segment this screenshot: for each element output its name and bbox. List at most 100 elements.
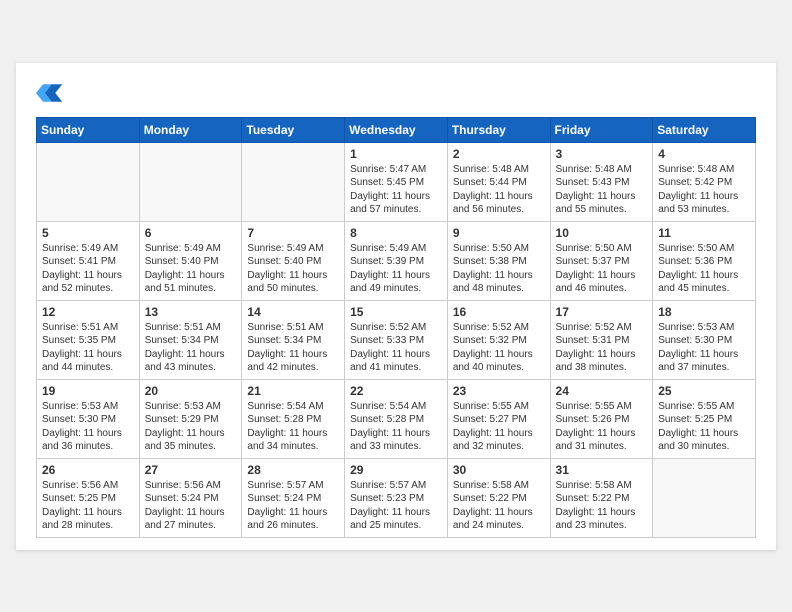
day-number: 6 (145, 226, 237, 240)
day-info: Sunrise: 5:55 AM Sunset: 5:27 PM Dayligh… (453, 400, 545, 454)
day-cell-6: 6Sunrise: 5:49 AM Sunset: 5:40 PM Daylig… (139, 221, 242, 300)
day-info: Sunrise: 5:49 AM Sunset: 5:40 PM Dayligh… (247, 242, 339, 296)
day-cell-27: 27 Sunrise: 5:56 AM Sunset: 5:24 PM Dayli… (139, 458, 242, 537)
logo (36, 79, 68, 107)
day-cell-8: 8Sunrise: 5:49 AM Sunset: 5:39 PM Daylig… (345, 221, 448, 300)
day-cell-15: 15 Sunrise: 5:52 AM Sunset: 5:33 PM Dayli… (345, 300, 448, 379)
day-number: 20 (145, 384, 237, 398)
day-info: Sunrise: 5:49 AM Sunset: 5:39 PM Dayligh… (350, 242, 442, 296)
day-number: 2 (453, 147, 545, 161)
day-number: 19 (42, 384, 134, 398)
day-number: 13 (145, 305, 237, 319)
day-number: 15 (350, 305, 442, 319)
day-cell-19: 19 Sunrise: 5:53 AM Sunset: 5:30 PM Dayli… (37, 379, 140, 458)
day-cell-4: 4 Sunrise: 5:48 AM Sunset: 5:42 PM Daylig… (653, 142, 756, 221)
empty-cell (139, 142, 242, 221)
day-number: 29 (350, 463, 442, 477)
day-cell-28: 28Sunrise: 5:57 AM Sunset: 5:24 PM Dayli… (242, 458, 345, 537)
day-info: Sunrise: 5:54 AM Sunset: 5:28 PM Dayligh… (247, 400, 339, 454)
day-number: 14 (247, 305, 339, 319)
empty-cell (242, 142, 345, 221)
day-info: Sunrise: 5:51 AM Sunset: 5:35 PM Dayligh… (42, 321, 134, 375)
day-number: 4 (658, 147, 750, 161)
day-info: Sunrise: 5:55 AM Sunset: 5:26 PM Dayligh… (556, 400, 648, 454)
day-info: Sunrise: 5:57 AM Sunset: 5:23 PM Dayligh… (350, 479, 442, 533)
day-cell-18: 18Sunrise: 5:53 AM Sunset: 5:30 PM Dayli… (653, 300, 756, 379)
day-cell-22: 22 Sunrise: 5:54 AM Sunset: 5:28 PM Dayli… (345, 379, 448, 458)
day-cell-24: 24 Sunrise: 5:55 AM Sunset: 5:26 PM Dayli… (550, 379, 653, 458)
day-number: 26 (42, 463, 134, 477)
day-number: 25 (658, 384, 750, 398)
day-number: 12 (42, 305, 134, 319)
day-info: Sunrise: 5:48 AM Sunset: 5:42 PM Dayligh… (658, 163, 750, 217)
day-info: Sunrise: 5:50 AM Sunset: 5:37 PM Dayligh… (556, 242, 648, 296)
weekday-monday: Monday (139, 117, 242, 142)
day-cell-13: 13 Sunrise: 5:51 AM Sunset: 5:34 PM Dayli… (139, 300, 242, 379)
logo-icon (36, 79, 64, 107)
day-info: Sunrise: 5:49 AM Sunset: 5:41 PM Dayligh… (42, 242, 134, 296)
weekday-tuesday: Tuesday (242, 117, 345, 142)
day-cell-7: 7 Sunrise: 5:49 AM Sunset: 5:40 PM Daylig… (242, 221, 345, 300)
day-number: 9 (453, 226, 545, 240)
day-number: 11 (658, 226, 750, 240)
day-number: 7 (247, 226, 339, 240)
day-info: Sunrise: 5:50 AM Sunset: 5:36 PM Dayligh… (658, 242, 750, 296)
day-number: 16 (453, 305, 545, 319)
day-cell-11: 11 Sunrise: 5:50 AM Sunset: 5:36 PM Dayli… (653, 221, 756, 300)
day-number: 23 (453, 384, 545, 398)
day-number: 31 (556, 463, 648, 477)
day-number: 24 (556, 384, 648, 398)
day-cell-30: 30Sunrise: 5:58 AM Sunset: 5:22 PM Dayli… (447, 458, 550, 537)
day-cell-9: 9 Sunrise: 5:50 AM Sunset: 5:38 PM Daylig… (447, 221, 550, 300)
day-cell-20: 20Sunrise: 5:53 AM Sunset: 5:29 PM Dayli… (139, 379, 242, 458)
day-cell-16: 16 Sunrise: 5:52 AM Sunset: 5:32 PM Dayli… (447, 300, 550, 379)
day-number: 22 (350, 384, 442, 398)
day-info: Sunrise: 5:54 AM Sunset: 5:28 PM Dayligh… (350, 400, 442, 454)
day-cell-21: 21 Sunrise: 5:54 AM Sunset: 5:28 PM Dayli… (242, 379, 345, 458)
weekday-wednesday: Wednesday (345, 117, 448, 142)
day-info: Sunrise: 5:51 AM Sunset: 5:34 PM Dayligh… (145, 321, 237, 375)
day-info: Sunrise: 5:55 AM Sunset: 5:25 PM Dayligh… (658, 400, 750, 454)
day-info: Sunrise: 5:51 AM Sunset: 5:34 PM Dayligh… (247, 321, 339, 375)
day-info: Sunrise: 5:53 AM Sunset: 5:30 PM Dayligh… (658, 321, 750, 375)
day-info: Sunrise: 5:47 AM Sunset: 5:45 PM Dayligh… (350, 163, 442, 217)
day-info: Sunrise: 5:52 AM Sunset: 5:32 PM Dayligh… (453, 321, 545, 375)
day-number: 30 (453, 463, 545, 477)
day-info: Sunrise: 5:52 AM Sunset: 5:33 PM Dayligh… (350, 321, 442, 375)
week-row-3: 12 Sunrise: 5:51 AM Sunset: 5:35 PM Dayli… (37, 300, 756, 379)
week-row-5: 26 Sunrise: 5:56 AM Sunset: 5:25 PM Dayli… (37, 458, 756, 537)
day-cell-5: 5 Sunrise: 5:49 AM Sunset: 5:41 PM Daylig… (37, 221, 140, 300)
day-info: Sunrise: 5:50 AM Sunset: 5:38 PM Dayligh… (453, 242, 545, 296)
day-info: Sunrise: 5:48 AM Sunset: 5:44 PM Dayligh… (453, 163, 545, 217)
day-cell-3: 3 Sunrise: 5:48 AM Sunset: 5:43 PM Daylig… (550, 142, 653, 221)
day-info: Sunrise: 5:53 AM Sunset: 5:30 PM Dayligh… (42, 400, 134, 454)
day-number: 21 (247, 384, 339, 398)
weekday-header-row: SundayMondayTuesdayWednesdayThursdayFrid… (37, 117, 756, 142)
day-number: 5 (42, 226, 134, 240)
day-cell-29: 29 Sunrise: 5:57 AM Sunset: 5:23 PM Dayli… (345, 458, 448, 537)
day-number: 10 (556, 226, 648, 240)
day-info: Sunrise: 5:57 AM Sunset: 5:24 PM Dayligh… (247, 479, 339, 533)
day-cell-10: 10 Sunrise: 5:50 AM Sunset: 5:37 PM Dayli… (550, 221, 653, 300)
day-cell-23: 23 Sunrise: 5:55 AM Sunset: 5:27 PM Dayli… (447, 379, 550, 458)
day-info: Sunrise: 5:48 AM Sunset: 5:43 PM Dayligh… (556, 163, 648, 217)
week-row-2: 5 Sunrise: 5:49 AM Sunset: 5:41 PM Daylig… (37, 221, 756, 300)
weekday-sunday: Sunday (37, 117, 140, 142)
weekday-saturday: Saturday (653, 117, 756, 142)
day-cell-1: 1 Sunrise: 5:47 AM Sunset: 5:45 PM Daylig… (345, 142, 448, 221)
day-number: 3 (556, 147, 648, 161)
calendar-grid: SundayMondayTuesdayWednesdayThursdayFrid… (36, 117, 756, 538)
day-info: Sunrise: 5:52 AM Sunset: 5:31 PM Dayligh… (556, 321, 648, 375)
day-number: 1 (350, 147, 442, 161)
day-number: 17 (556, 305, 648, 319)
day-info: Sunrise: 5:56 AM Sunset: 5:24 PM Dayligh… (145, 479, 237, 533)
day-info: Sunrise: 5:56 AM Sunset: 5:25 PM Dayligh… (42, 479, 134, 533)
day-cell-17: 17 Sunrise: 5:52 AM Sunset: 5:31 PM Dayli… (550, 300, 653, 379)
week-row-1: 1 Sunrise: 5:47 AM Sunset: 5:45 PM Daylig… (37, 142, 756, 221)
day-cell-31: 31 Sunrise: 5:58 AM Sunset: 5:22 PM Dayli… (550, 458, 653, 537)
empty-cell (653, 458, 756, 537)
day-info: Sunrise: 5:58 AM Sunset: 5:22 PM Dayligh… (556, 479, 648, 533)
day-number: 27 (145, 463, 237, 477)
weekday-friday: Friday (550, 117, 653, 142)
day-cell-26: 26 Sunrise: 5:56 AM Sunset: 5:25 PM Dayli… (37, 458, 140, 537)
